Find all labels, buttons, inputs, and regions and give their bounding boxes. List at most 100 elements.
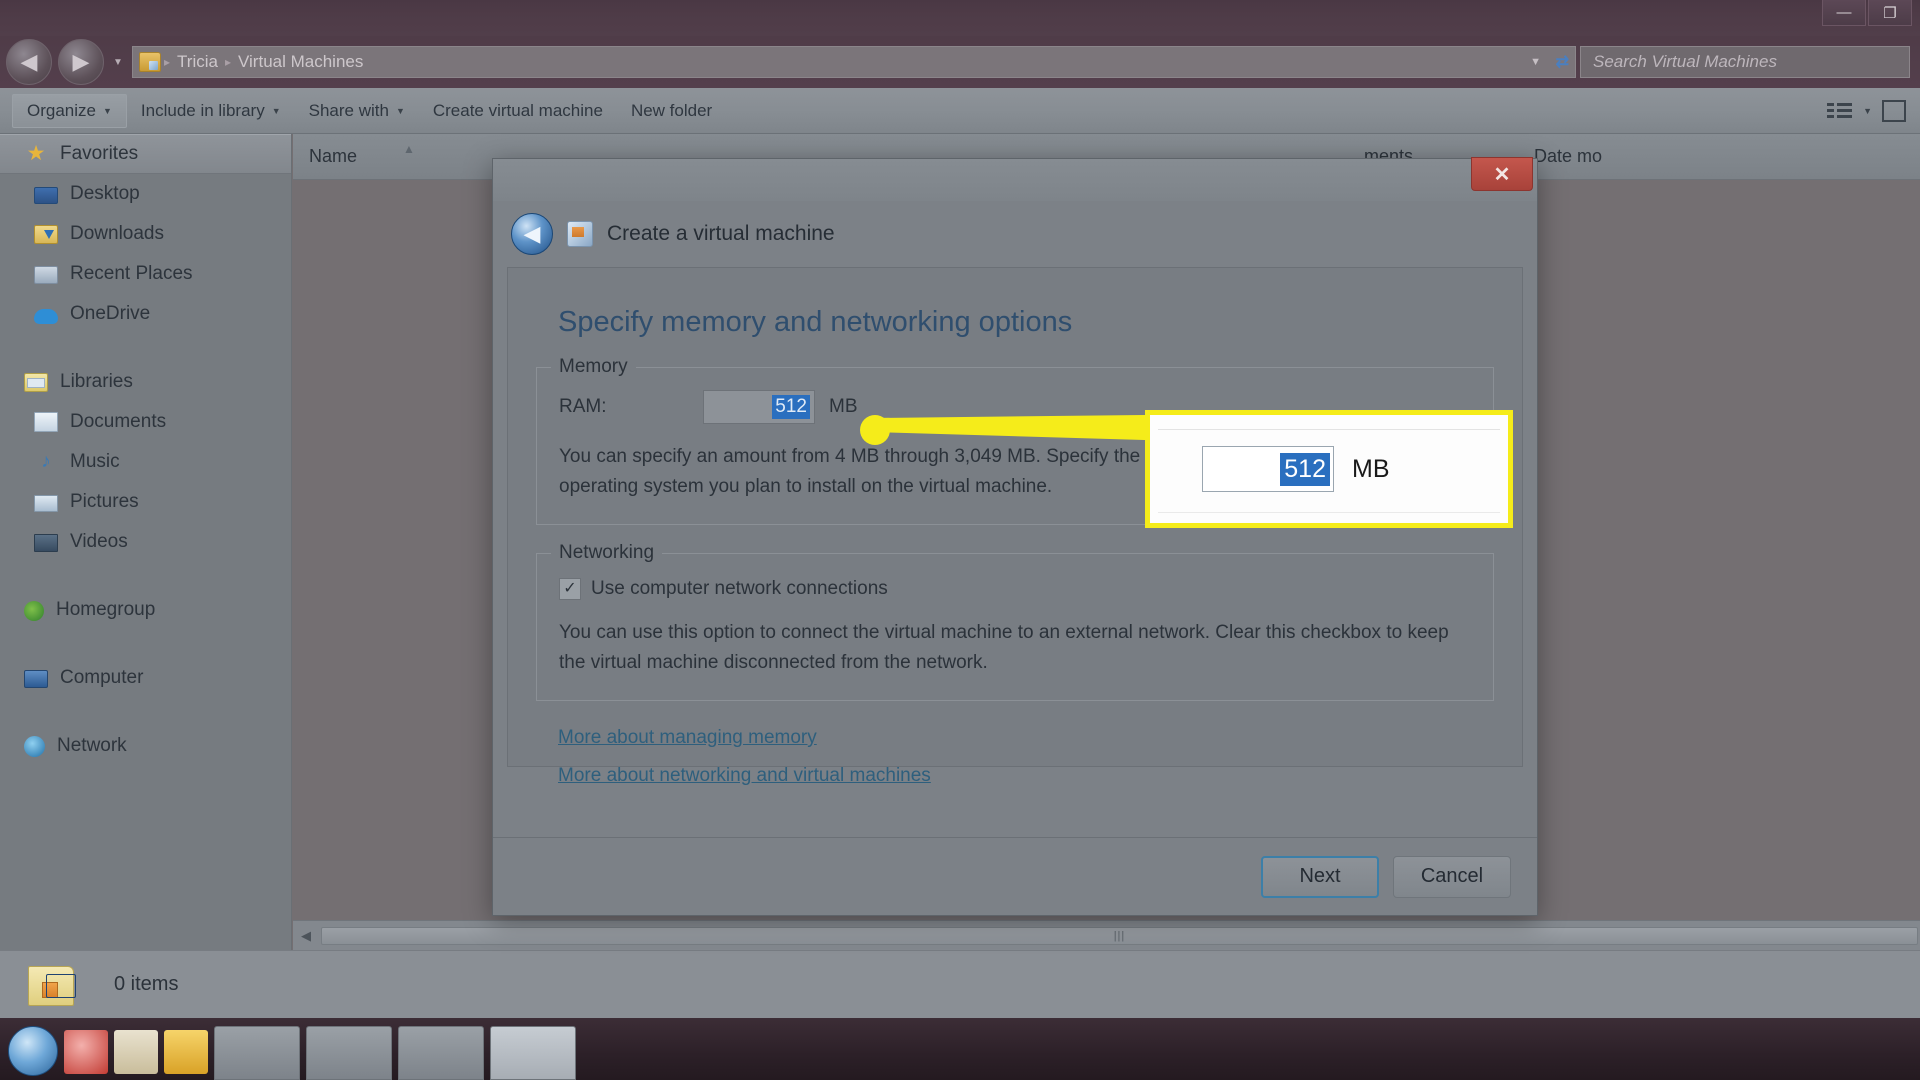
ram-unit-label: MB: [829, 396, 858, 417]
checkbox-label: Use computer network connections: [591, 578, 888, 599]
address-input[interactable]: ▸ Tricia ▸ Virtual Machines ▼ ⇄: [132, 46, 1576, 78]
taskbar-icon-3[interactable]: [164, 1030, 208, 1074]
chevron-down-icon[interactable]: ▼: [1863, 106, 1872, 116]
sidebar-item-label: Recent Places: [70, 263, 193, 284]
breadcrumb-separator-0: ▸: [164, 55, 171, 69]
sidebar-item-desktop[interactable]: Desktop: [0, 174, 291, 214]
back-button[interactable]: ◀: [6, 39, 52, 85]
dialog-navigation: ◀ Create a virtual machine: [493, 201, 1537, 267]
ram-input[interactable]: 512: [703, 390, 815, 424]
page-title: Specify memory and networking options: [558, 306, 1073, 338]
horizontal-scrollbar[interactable]: ◀ |||: [293, 920, 1920, 950]
sidebar-item-onedrive[interactable]: OneDrive: [0, 294, 291, 334]
taskbar: [0, 1018, 1920, 1080]
share-with-button[interactable]: Share with ▼: [295, 94, 419, 128]
sidebar-item-favorites[interactable]: ★ Favorites: [0, 134, 291, 174]
recent-places-icon: [34, 266, 58, 284]
sidebar-item-videos[interactable]: Videos: [0, 522, 291, 562]
cloud-icon: [34, 309, 58, 324]
breadcrumb-item-virtual-machines[interactable]: Virtual Machines: [234, 52, 367, 72]
sidebar-item-label: Favorites: [60, 143, 139, 164]
callout-ram-value: 512: [1280, 452, 1330, 486]
search-input[interactable]: Search Virtual Machines: [1580, 46, 1910, 78]
videos-icon: [34, 534, 58, 552]
item-count-label: 0 items: [114, 973, 179, 995]
help-links: More about managing memory More about ne…: [536, 727, 1494, 787]
change-view-icon[interactable]: [1827, 101, 1853, 121]
sidebar-item-label: Videos: [70, 531, 128, 552]
networking-legend: Networking: [551, 542, 663, 564]
sidebar-item-documents[interactable]: Documents: [0, 402, 291, 442]
chevron-down-icon: ▼: [102, 105, 112, 116]
sidebar-item-pictures[interactable]: Pictures: [0, 482, 291, 522]
include-in-library-button[interactable]: Include in library ▼: [127, 94, 295, 128]
sidebar-item-network[interactable]: Network: [0, 726, 291, 766]
sidebar-item-homegroup[interactable]: Homegroup: [0, 590, 291, 630]
column-header-name[interactable]: Name ▲: [293, 142, 518, 167]
sidebar-item-recent-places[interactable]: Recent Places: [0, 254, 291, 294]
dialog-back-button[interactable]: ◀: [511, 213, 553, 255]
breadcrumb-item-tricia[interactable]: Tricia: [173, 52, 222, 72]
new-folder-button[interactable]: New folder: [617, 94, 726, 128]
minimize-button[interactable]: —: [1822, 0, 1866, 26]
folder-icon: [139, 52, 161, 72]
use-network-connections-row[interactable]: ✓ Use computer network connections: [559, 578, 1471, 600]
taskbar-window-4[interactable]: [490, 1026, 576, 1080]
sidebar-item-libraries[interactable]: Libraries: [0, 362, 291, 402]
link-networking-and-vms[interactable]: More about networking and virtual machin…: [558, 765, 1494, 787]
address-bar: ◀ ▶ ▼ ▸ Tricia ▸ Virtual Machines ▼ ⇄ Se…: [0, 36, 1920, 88]
forward-button[interactable]: ▶: [58, 39, 104, 85]
downloads-icon: [34, 224, 58, 244]
star-icon: ★: [26, 142, 46, 165]
sidebar-item-downloads[interactable]: Downloads: [0, 214, 291, 254]
network-icon: [24, 735, 45, 757]
start-button[interactable]: [8, 1026, 58, 1076]
organize-button[interactable]: Organize ▼: [12, 93, 127, 128]
ram-label: RAM:: [559, 396, 607, 417]
breadcrumb-separator-1: ▸: [224, 55, 231, 69]
sidebar-item-label: Desktop: [70, 183, 140, 204]
checkbox-icon[interactable]: ✓: [559, 578, 581, 600]
restore-button[interactable]: ❐: [1868, 0, 1912, 26]
taskbar-window-3[interactable]: [398, 1026, 484, 1080]
networking-groupbox: Networking ✓ Use computer network connec…: [536, 542, 1494, 701]
taskbar-window-1[interactable]: [214, 1026, 300, 1080]
dialog-title: Create a virtual machine: [607, 222, 835, 245]
pictures-icon: [34, 495, 58, 512]
history-dropdown-icon[interactable]: ▼: [108, 57, 128, 68]
window-controls: — ❐: [1822, 0, 1912, 26]
music-icon: ♪: [41, 451, 51, 472]
callout-ram-input[interactable]: 512: [1202, 446, 1334, 492]
memory-legend: Memory: [551, 356, 636, 378]
sidebar-item-computer[interactable]: Computer: [0, 658, 291, 698]
next-button[interactable]: Next: [1261, 855, 1379, 898]
refresh-icon[interactable]: ⇄: [1556, 52, 1569, 72]
link-managing-memory[interactable]: More about managing memory: [558, 727, 1494, 749]
chevron-down-icon[interactable]: ▼: [1530, 56, 1541, 68]
cancel-button[interactable]: Cancel: [1393, 855, 1511, 898]
search-placeholder: Search Virtual Machines: [1593, 52, 1777, 71]
taskbar-icon-1[interactable]: [64, 1030, 108, 1074]
desktop-icon: [34, 187, 58, 204]
dialog-close-button[interactable]: ✕: [1471, 157, 1533, 191]
sidebar-item-label: Pictures: [70, 491, 139, 512]
column-label: Name: [309, 146, 358, 166]
create-virtual-machine-button[interactable]: Create virtual machine: [419, 94, 617, 128]
scrollbar-thumb[interactable]: |||: [321, 926, 1918, 945]
organize-label: Organize: [27, 100, 96, 120]
virtual-machine-icon: [567, 221, 593, 247]
callout-anchor-dot: [860, 415, 890, 445]
documents-icon: [34, 412, 58, 432]
taskbar-icon-2[interactable]: [114, 1030, 158, 1074]
scroll-left-arrow-icon[interactable]: ◀: [293, 928, 319, 944]
sidebar-item-music[interactable]: ♪ Music: [0, 442, 291, 482]
chevron-down-icon: ▼: [271, 105, 281, 116]
share-with-label: Share with: [308, 100, 389, 120]
preview-pane-icon[interactable]: [1882, 99, 1906, 122]
libraries-icon: [24, 372, 48, 392]
taskbar-window-2[interactable]: [306, 1026, 392, 1080]
column-label: Date mo: [1534, 146, 1603, 166]
